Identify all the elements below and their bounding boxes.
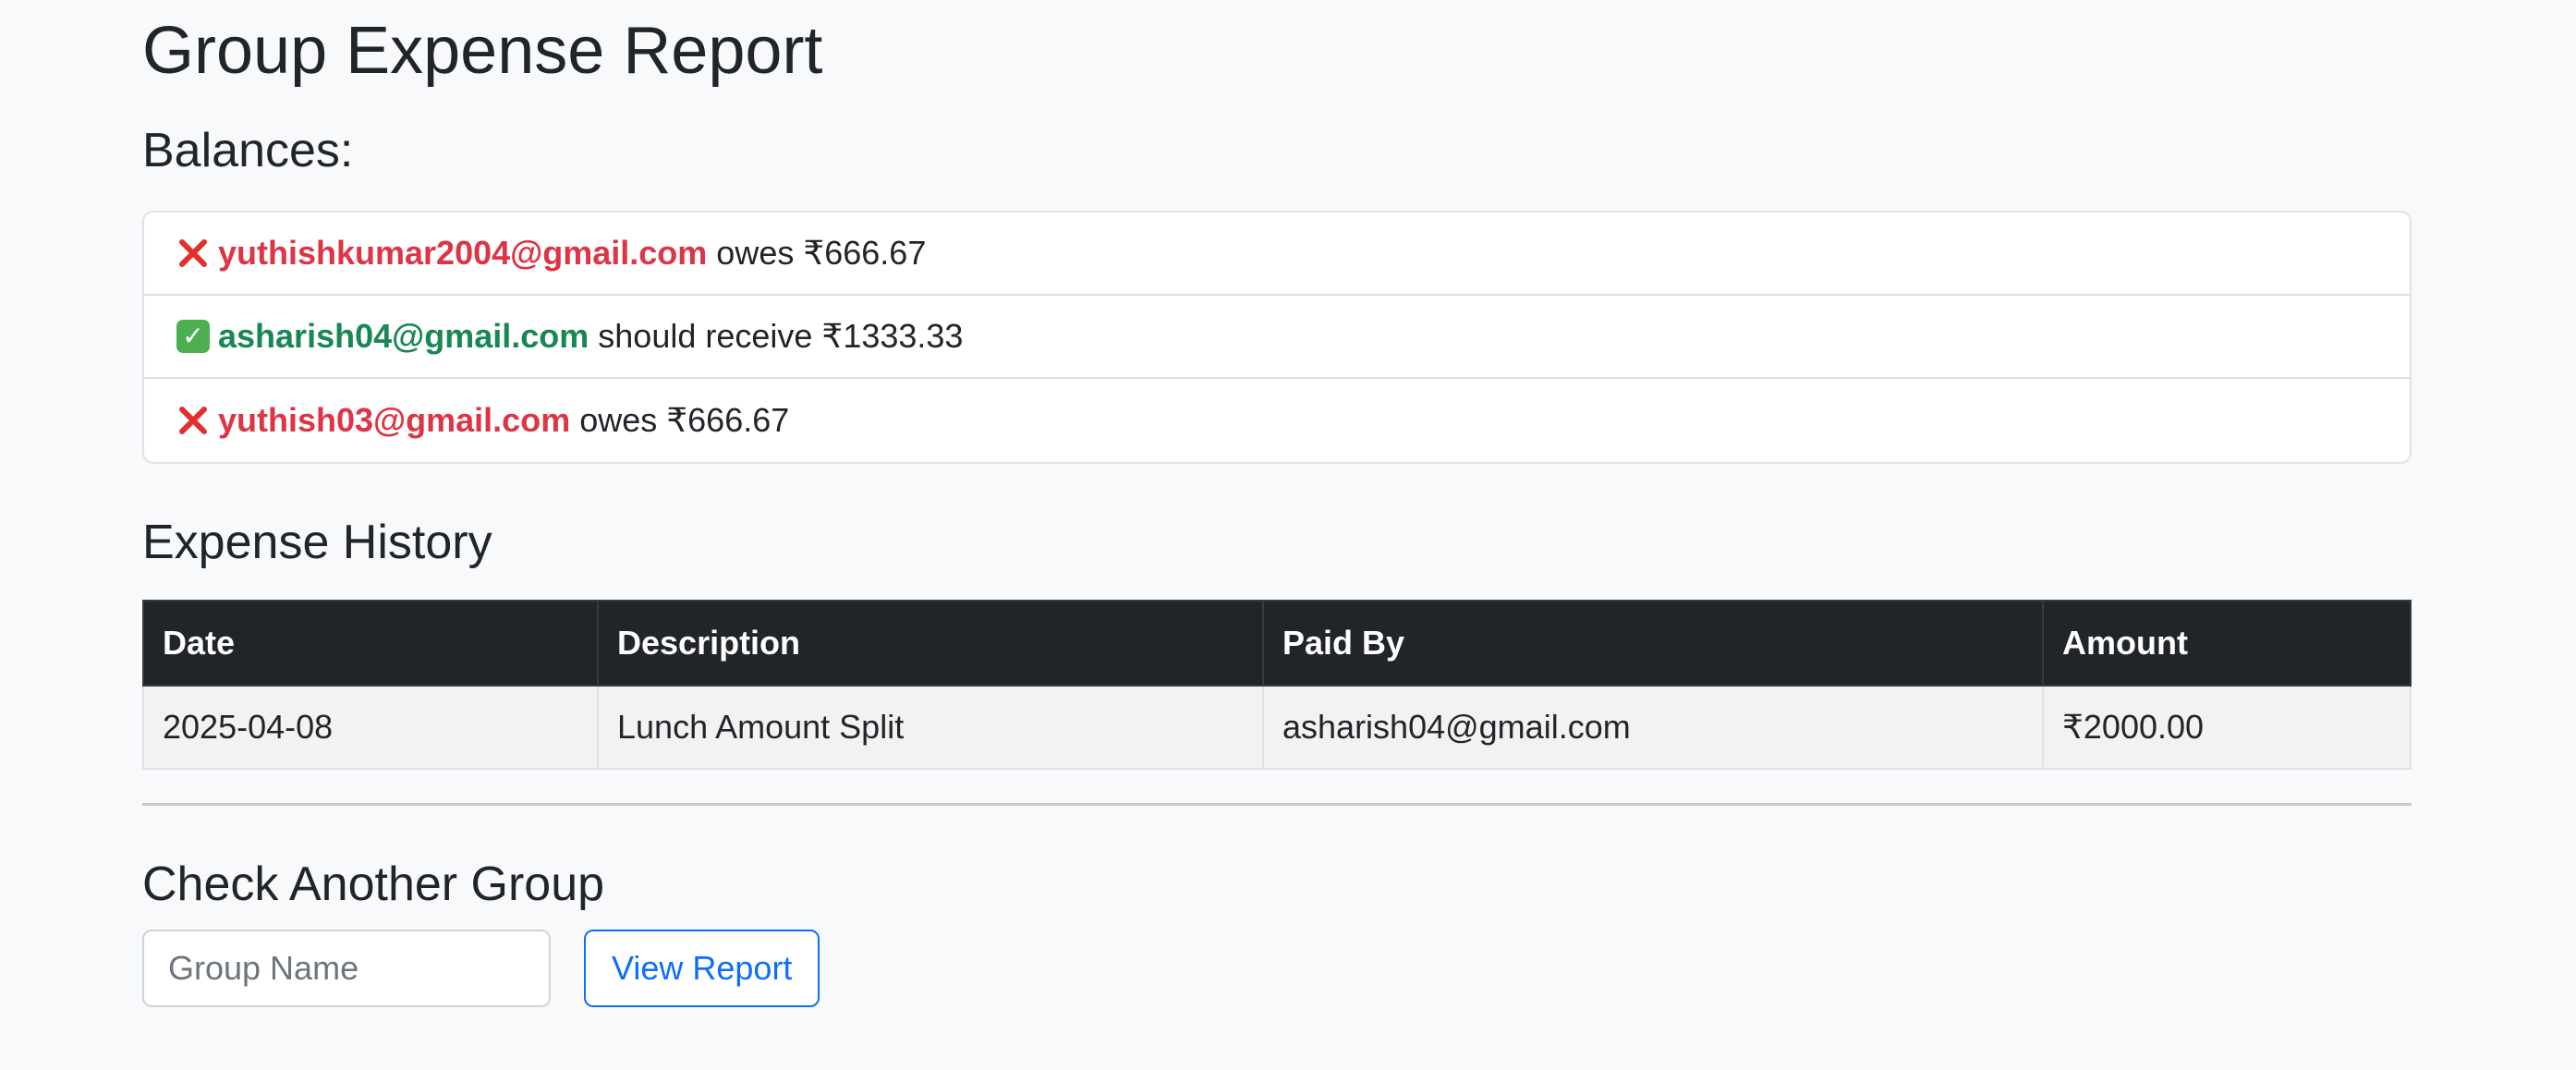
column-header-paid-by: Paid By [1262,599,2044,687]
page-title: Group Expense Report [142,14,823,88]
check-mark-icon: ✓ [176,319,211,354]
table-header-row: Date Description Paid By Amount [142,599,2412,687]
balance-text: owes ₹666.67 [716,234,927,273]
column-header-amount: Amount [2042,599,2412,687]
balance-item: yuthishkumar2004@gmail.com owes ₹666.67 [144,213,2410,297]
cell-date: 2025-04-08 [142,684,599,770]
balance-email: yuthishkumar2004@gmail.com [218,234,708,273]
balance-email: yuthish03@gmail.com [218,401,571,440]
column-header-description: Description [597,599,1264,687]
cross-mark-icon [176,403,211,438]
table-row: 2025-04-08 Lunch Amount Split asharish04… [142,684,2412,770]
report-container: Group Expense Report Balances: yuthishku… [142,0,2412,1008]
balances-heading: Balances: [142,124,354,177]
group-name-input[interactable] [142,930,551,1008]
check-group-form: View Report [142,930,2412,1008]
cell-amount: ₹2000.00 [2042,684,2412,770]
section-divider [142,802,2412,806]
cross-mark-icon [176,236,211,271]
balance-item: yuthish03@gmail.com owes ₹666.67 [144,379,2410,462]
column-header-date: Date [142,599,599,687]
expense-history-heading: Expense History [142,516,492,570]
cell-paid-by: asharish04@gmail.com [1262,684,2044,770]
view-report-button[interactable]: View Report [584,930,820,1008]
balance-item: ✓ asharish04@gmail.com should receive ₹1… [144,296,2410,380]
cell-description: Lunch Amount Split [597,684,1264,770]
check-group-heading: Check Another Group [142,857,605,911]
balance-text: should receive ₹1333.33 [598,317,964,356]
balance-list: yuthishkumar2004@gmail.com owes ₹666.67 … [142,211,2412,465]
expense-history-table: Date Description Paid By Amount 2025-04-… [142,599,2412,770]
balance-email: asharish04@gmail.com [218,317,589,356]
balance-text: owes ₹666.67 [579,401,790,440]
